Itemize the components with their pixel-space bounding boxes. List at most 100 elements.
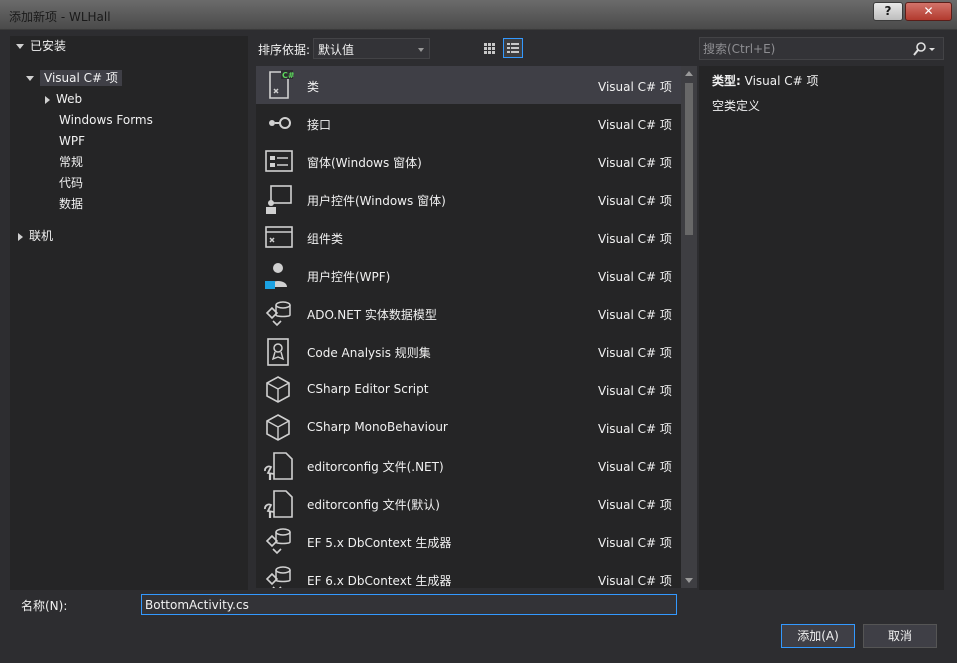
collapse-icon[interactable] (18, 232, 23, 241)
editorconfig-icon (264, 452, 293, 480)
template-row[interactable]: 用户控件(WPF) Visual C# 项 (256, 256, 681, 294)
scroll-thumb[interactable] (685, 83, 693, 235)
tree-node-code[interactable]: 代码 (59, 174, 83, 193)
template-name: CSharp MonoBehaviour (307, 420, 448, 434)
template-list[interactable]: C# 类 Visual C# 项接口 Visual C# 项窗体(Windows 窗体… (256, 66, 681, 588)
template-name: Code Analysis 规则集 (307, 346, 431, 360)
description: 空类定义 (712, 99, 761, 113)
template-name: 用户控件(WPF) (307, 270, 391, 284)
template-name: CSharp Editor Script (307, 382, 429, 396)
tree-node-web[interactable]: Web (45, 90, 82, 109)
close-button[interactable]: ✕ (905, 2, 952, 21)
template-category: Visual C# 项 (598, 194, 672, 208)
type-line: 类型: Visual C# 项 (712, 72, 819, 89)
template-row[interactable]: 窗体(Windows 窗体) Visual C# 项 (256, 142, 681, 180)
expand-icon[interactable] (26, 76, 34, 81)
class-icon: C# (269, 70, 294, 99)
user-control-icon (266, 185, 292, 214)
list-view-icon (507, 43, 519, 53)
type-value: Visual C# 项 (744, 74, 819, 88)
template-row[interactable]: EF 5.x DbContext 生成器 Visual C# 项 (256, 522, 681, 560)
template-name: 组件类 (307, 232, 344, 246)
template-row[interactable]: editorconfig 文件(默认) Visual C# 项 (256, 484, 681, 522)
expand-icon[interactable] (16, 44, 24, 49)
tree-node-label: Web (56, 92, 83, 106)
template-name: EF 6.x DbContext 生成器 (307, 574, 452, 588)
template-category: Visual C# 项 (598, 270, 672, 284)
sort-select[interactable]: 默认值 (313, 38, 430, 59)
template-row[interactable]: EF 6.x DbContext 生成器 Visual C# 项 (256, 560, 681, 588)
tree-node-wpf[interactable]: WPF (59, 132, 85, 151)
grid-view-icon (484, 43, 495, 54)
entity-model-icon (265, 301, 291, 327)
dbcontext-generator-icon (265, 566, 291, 588)
cancel-button[interactable]: 取消 (863, 624, 937, 648)
template-category: Visual C# 项 (598, 384, 672, 398)
sort-bar: 排序依据: 默认值 (256, 36, 696, 61)
window-title: 添加新项 - WLHall (9, 10, 111, 24)
unity-cube-icon (266, 376, 290, 403)
list-scrollbar[interactable] (681, 66, 697, 588)
tree-node-visual-csharp[interactable]: Visual C# 项 (26, 69, 122, 88)
template-category: Visual C# 项 (598, 232, 672, 246)
scroll-up-icon[interactable] (685, 71, 693, 76)
tree-node-data[interactable]: 数据 (59, 195, 83, 214)
search-icon[interactable] (911, 41, 937, 57)
category-tree: 已安装 Visual C# 项 Web Windows Forms WPF 常规… (10, 36, 248, 590)
template-category: Visual C# 项 (598, 460, 672, 474)
search-input[interactable] (703, 40, 903, 57)
tree-node-general[interactable]: 常规 (59, 153, 83, 172)
tree-node-installed[interactable]: 已安装 (16, 37, 66, 56)
tree-node-label: WPF (59, 134, 86, 148)
name-label: 名称(N): (21, 599, 68, 613)
template-row[interactable]: 组件类 Visual C# 项 (256, 218, 681, 256)
template-category: Visual C# 项 (598, 308, 672, 322)
list-view-button[interactable] (503, 38, 523, 58)
template-name: editorconfig 文件(.NET) (307, 460, 444, 474)
tree-node-label: 联机 (29, 229, 54, 243)
wpf-user-control-icon (265, 263, 287, 289)
template-category: Visual C# 项 (598, 536, 672, 550)
tree-node-label: 数据 (59, 197, 84, 211)
template-row[interactable]: editorconfig 文件(.NET) Visual C# 项 (256, 446, 681, 484)
form-icon (265, 150, 293, 172)
template-name: 类 (307, 80, 320, 94)
template-category: Visual C# 项 (598, 498, 672, 512)
tree-node-online[interactable]: 联机 (18, 227, 53, 246)
svg-text:C#: C# (282, 71, 294, 80)
tree-node-label: Windows Forms (59, 113, 153, 127)
name-input[interactable] (141, 594, 677, 615)
template-category: Visual C# 项 (598, 346, 672, 360)
template-category: Visual C# 项 (598, 80, 672, 94)
template-name: 窗体(Windows 窗体) (307, 156, 422, 170)
template-category: Visual C# 项 (598, 118, 672, 132)
template-category: Visual C# 项 (598, 574, 672, 588)
add-button[interactable]: 添加(A) (781, 624, 855, 648)
scroll-down-icon[interactable] (685, 578, 693, 583)
search-box[interactable] (699, 37, 944, 60)
template-name: 用户控件(Windows 窗体) (307, 194, 446, 208)
ruleset-icon (267, 338, 289, 366)
template-row[interactable]: 接口 Visual C# 项 (256, 104, 681, 142)
template-name: EF 5.x DbContext 生成器 (307, 536, 452, 550)
template-category: Visual C# 项 (598, 422, 672, 436)
collapse-icon[interactable] (45, 95, 50, 104)
template-row[interactable]: 用户控件(Windows 窗体) Visual C# 项 (256, 180, 681, 218)
tree-node-label: 代码 (59, 176, 84, 190)
tree-node-label: Visual C# 项 (40, 70, 122, 86)
help-button[interactable]: ? (873, 2, 903, 21)
template-row[interactable]: ADO.NET 实体数据模型 Visual C# 项 (256, 294, 681, 332)
tree-node-label: 常规 (59, 155, 84, 169)
editorconfig-icon (264, 490, 293, 518)
interface-icon (269, 117, 291, 129)
template-category: Visual C# 项 (598, 156, 672, 170)
template-row[interactable]: CSharp Editor Script Visual C# 项 (256, 370, 681, 408)
tree-node-windows-forms[interactable]: Windows Forms (59, 111, 153, 130)
sort-label: 排序依据: (258, 43, 311, 57)
sort-value: 默认值 (318, 43, 355, 57)
template-row[interactable]: CSharp MonoBehaviour Visual C# 项 (256, 408, 681, 446)
template-row[interactable]: C# 类 Visual C# 项 (256, 66, 681, 104)
template-row[interactable]: Code Analysis 规则集 Visual C# 项 (256, 332, 681, 370)
grid-view-button[interactable] (479, 38, 499, 58)
chevron-down-icon (418, 48, 424, 52)
